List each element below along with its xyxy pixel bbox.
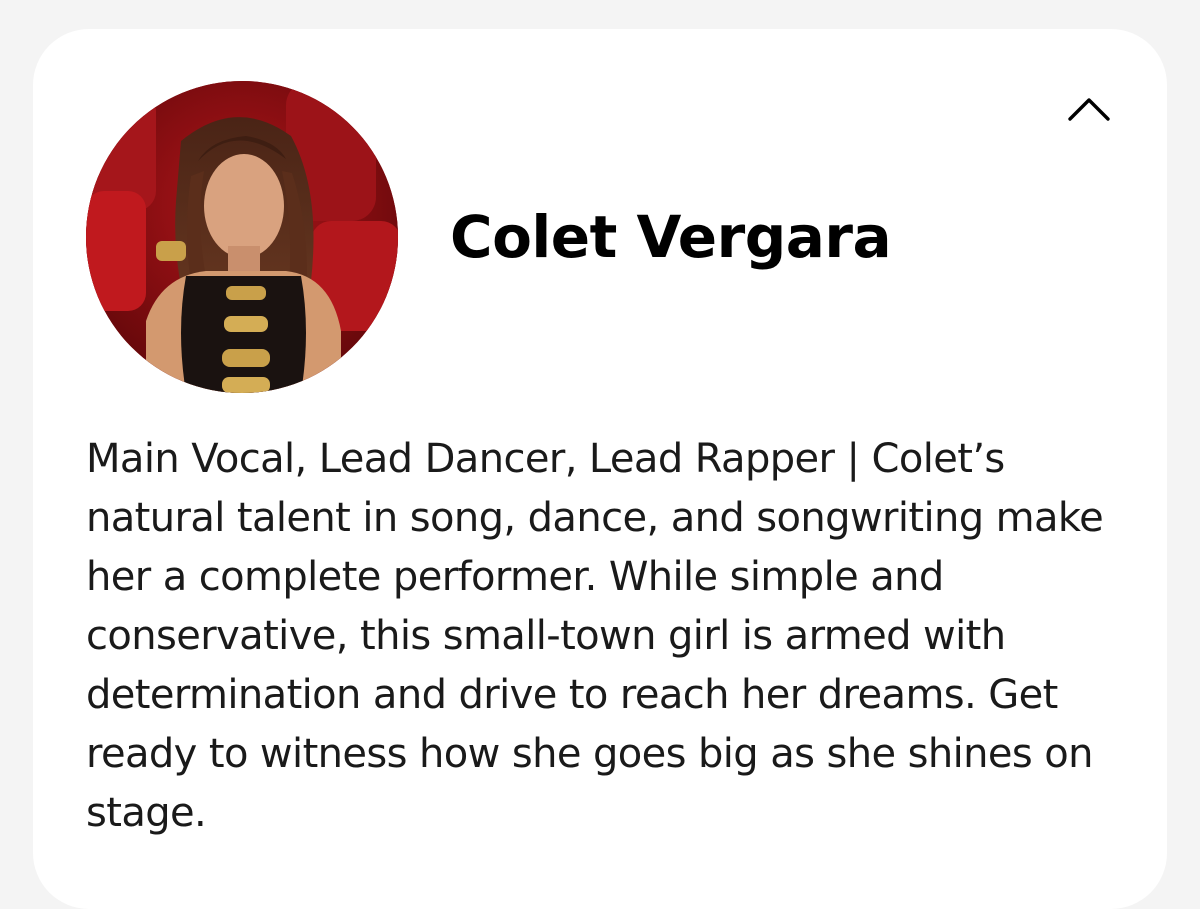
collapse-button[interactable]	[1061, 85, 1117, 133]
avatar	[86, 81, 398, 393]
profile-bio: Main Vocal, Lead Dancer, Lead Rapper | C…	[86, 436, 1104, 836]
profile-name: Colet Vergara	[450, 203, 892, 271]
profile-card: Colet Vergara Main Vocal, Lead Dancer, L…	[33, 29, 1167, 909]
avatar-image	[86, 81, 398, 393]
chevron-up-icon	[1068, 98, 1110, 121]
